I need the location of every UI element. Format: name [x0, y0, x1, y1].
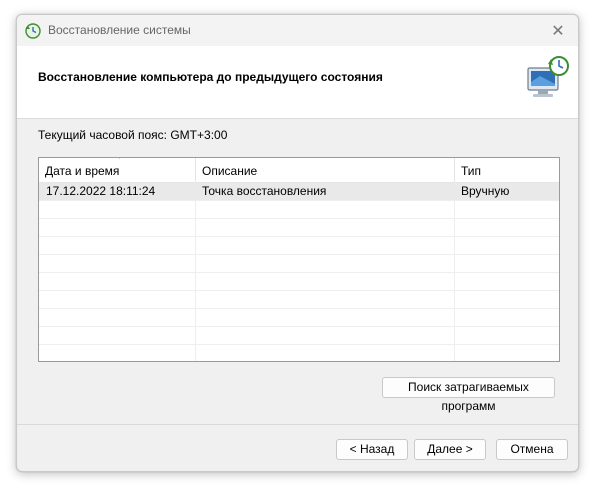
- table-header: ﹀ Дата и время Описание Тип: [39, 158, 559, 183]
- empty-row: [39, 291, 559, 309]
- restore-points-table[interactable]: ﹀ Дата и время Описание Тип 17.12.2022 1…: [38, 157, 560, 362]
- empty-row: [39, 237, 559, 255]
- empty-row: [39, 255, 559, 273]
- sort-descending-icon: ﹀: [115, 157, 125, 165]
- title-bar[interactable]: Восстановление системы ✕: [17, 15, 578, 46]
- close-button[interactable]: ✕: [538, 15, 578, 46]
- page-title: Восстановление компьютера до предыдущего…: [38, 70, 383, 84]
- computer-restore-icon: [527, 56, 569, 97]
- system-restore-icon: [25, 23, 41, 39]
- cell-datetime: 17.12.2022 18:11:24: [46, 184, 156, 198]
- cell-description: Точка восстановления: [202, 184, 327, 198]
- scan-affected-programs-button[interactable]: Поиск затрагиваемых программ: [382, 377, 555, 413]
- back-button[interactable]: < Назад: [336, 439, 408, 460]
- cell-type: Вручную: [461, 184, 510, 198]
- empty-row: [39, 273, 559, 291]
- empty-row: [39, 201, 559, 219]
- table-row[interactable]: 17.12.2022 18:11:24 Точка восстановления…: [39, 183, 559, 201]
- timezone-label: Текущий часовой пояс: GMT+3:00: [38, 128, 228, 142]
- column-header-datetime[interactable]: ﹀ Дата и время: [39, 158, 196, 182]
- column-label: Дата и время: [45, 164, 120, 178]
- column-header-type[interactable]: Тип: [455, 158, 559, 182]
- empty-row: [39, 327, 559, 345]
- empty-row: [39, 219, 559, 237]
- column-label: Тип: [461, 164, 482, 178]
- cancel-button[interactable]: Отмена: [496, 439, 568, 460]
- system-restore-dialog: Восстановление системы ✕ Восстановление …: [16, 14, 579, 472]
- next-button[interactable]: Далее >: [414, 439, 486, 460]
- column-label: Описание: [202, 164, 258, 178]
- footer-divider: [17, 424, 578, 425]
- empty-row: [39, 309, 559, 327]
- dialog-header: Восстановление компьютера до предыдущего…: [17, 46, 578, 119]
- column-header-description[interactable]: Описание: [196, 158, 455, 182]
- close-icon: ✕: [551, 22, 565, 40]
- window-title: Восстановление системы: [48, 23, 191, 37]
